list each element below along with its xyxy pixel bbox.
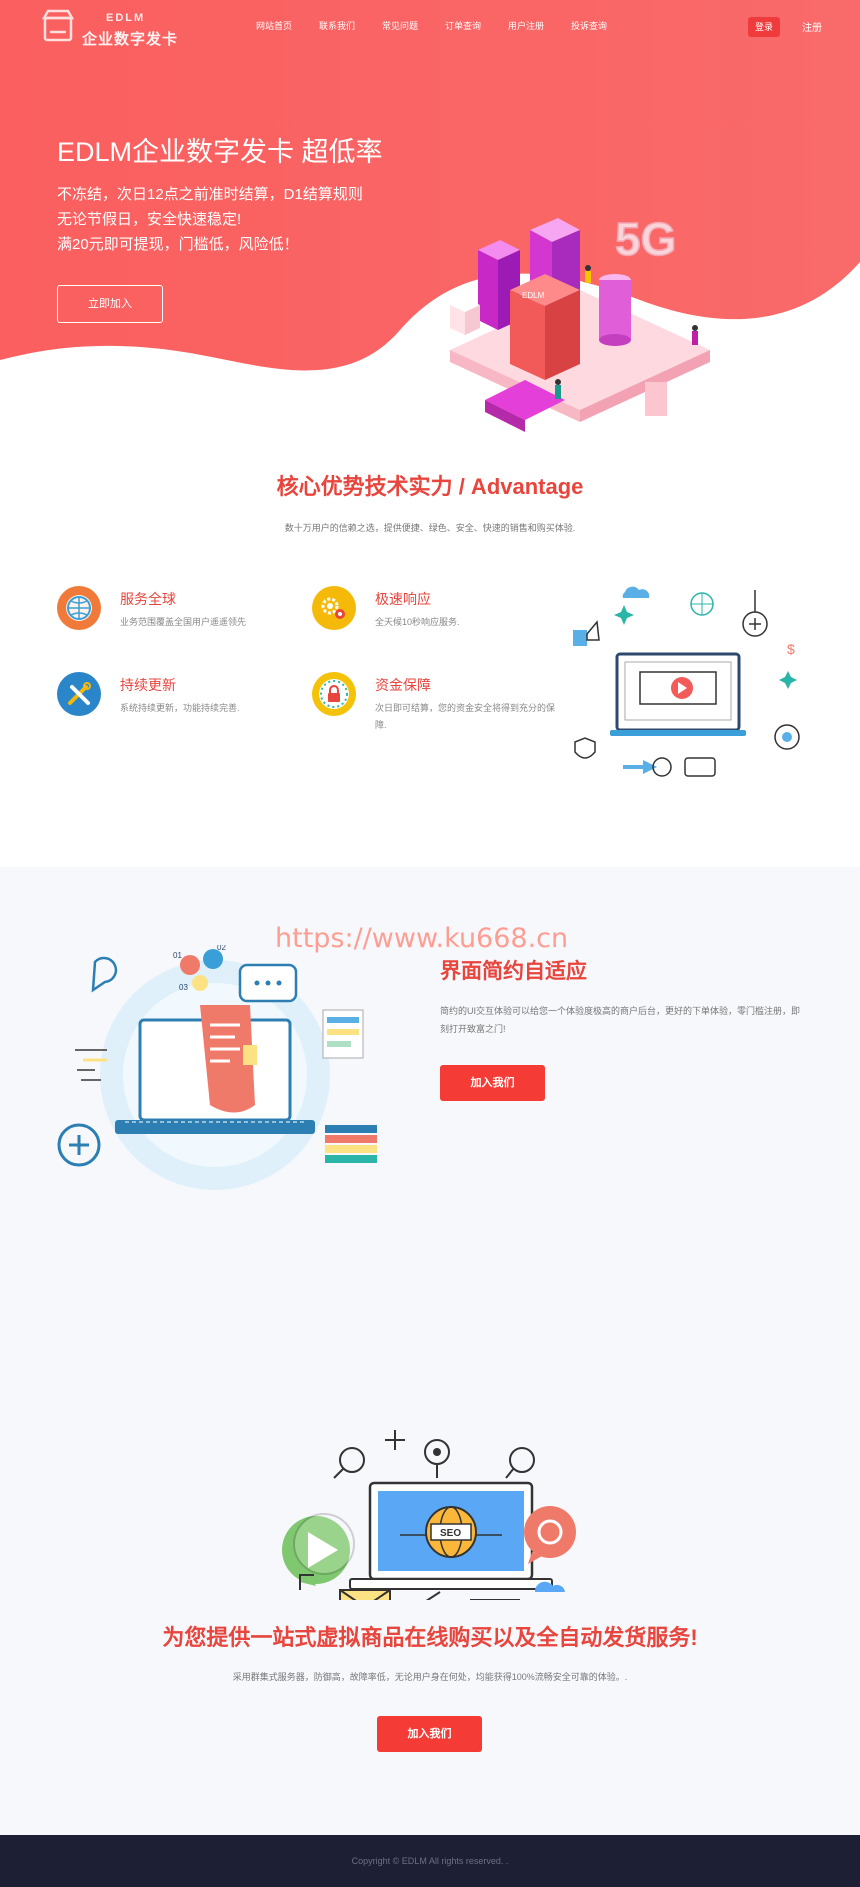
section-desc: 简约的UI交互体验可以给您一个体验度极高的商户后台，更好的下单体验，零门槛注册，… (440, 1006, 801, 1034)
feature-card-fast: 极速响应 全天候10秒响应服务. (312, 586, 542, 656)
svg-text:EDLM: EDLM (522, 291, 545, 300)
service-title: 为您提供一站式虚拟商品在线购买以及全自动发货服务! (162, 1625, 698, 1650)
lock-icon (312, 672, 356, 716)
feature-desc: 业务范围覆盖全国用户遥遥领先 (120, 617, 247, 627)
feature-desc: 次日即可结算，您的资金安全将得到充分的保障. (375, 703, 556, 730)
chart-label: 01 (173, 951, 182, 960)
hero-line: 不冻结，次日12点之前准时结算，D1结算规则 (57, 186, 363, 203)
advantage-title: 核心优势技术实力 / Advantage (276, 474, 584, 499)
nav-item-user-register[interactable]: 用户注册 (508, 19, 571, 32)
feature-title: 资金保障 (375, 677, 431, 693)
login-button[interactable]: 登录 (748, 17, 780, 37)
logo[interactable]: EDLM 企业数字发卡 (40, 8, 180, 48)
logo-text-en: EDLM (106, 12, 146, 24)
top-nav: EDLM 企业数字发卡 网站首页 联系我们 常见问题 订单查询 用户注册 投诉查… (0, 0, 860, 52)
nav-item-order-query[interactable]: 订单查询 (445, 19, 508, 32)
join-us-button[interactable]: 加入我们 (440, 1065, 545, 1101)
globe-icon (57, 586, 101, 630)
feature-title: 极速响应 (375, 591, 431, 607)
footer: Copyright © EDLM All rights reserved. . (0, 1835, 860, 1887)
laptop-document-illustration: 01 02 03 (57, 945, 377, 1190)
gears-icon (312, 586, 356, 630)
nav-item-complaint[interactable]: 投诉查询 (571, 19, 634, 32)
nav-item-contact[interactable]: 联系我们 (319, 19, 382, 32)
main-menu: 网站首页 联系我们 常见问题 订单查询 用户注册 投诉查询 (256, 19, 634, 32)
feature-card-funds: 资金保障 次日即可结算，您的资金安全将得到充分的保障. (312, 672, 555, 742)
hero-line: 无论节假日，安全快速稳定! (57, 211, 242, 228)
tools-icon (57, 672, 101, 716)
shop-icon (41, 9, 75, 42)
feature-desc: 系统持续更新，功能持续完善. (120, 703, 240, 713)
feature-desc: 全天候10秒响应服务. (375, 617, 460, 627)
hero-section: EDLM 企业数字发卡 网站首页 联系我们 常见问题 订单查询 用户注册 投诉查… (0, 0, 860, 450)
section-title: 界面简约自适应 (440, 960, 587, 983)
copyright-text: Copyright © EDLM All rights reserved. . (351, 1856, 509, 1866)
svg-text:$: $ (787, 641, 795, 657)
advantage-subtitle: 数十万用户的信赖之选，提供便捷、绿色、安全、快速的销售和购买体验. (284, 523, 576, 533)
logo-text-cn: 企业数字发卡 (82, 31, 179, 48)
svg-text:5G: 5G (615, 213, 676, 265)
feature-card-global: 服务全球 业务范围覆盖全国用户遥遥领先 (57, 586, 287, 656)
nav-item-home[interactable]: 网站首页 (256, 19, 319, 32)
service-desc: 采用群集式服务器，防御高，故障率低，无论用户身在何处，均能获得100%流畅安全可… (232, 1672, 628, 1682)
seo-laptop-illustration: SEO (282, 1430, 576, 1600)
register-link[interactable]: 注册 (802, 19, 822, 34)
multimedia-devices-illustration: $ (573, 586, 800, 777)
chart-label: 03 (179, 983, 188, 992)
hero-title: EDLM企业数字发卡 超低率 (57, 137, 383, 167)
feature-title: 持续更新 (120, 677, 176, 693)
feature-title: 服务全球 (120, 591, 176, 607)
join-us-button-bottom[interactable]: 加入我们 (377, 1716, 482, 1752)
seo-label: SEO (440, 1528, 461, 1539)
isometric-city-illustration: EDLM 5G (450, 212, 710, 432)
chart-label: 02 (217, 945, 226, 952)
feature-card-update: 持续更新 系统持续更新，功能持续完善. (57, 672, 287, 742)
nav-item-faq[interactable]: 常见问题 (382, 19, 445, 32)
join-now-button[interactable]: 立即加入 (57, 285, 163, 323)
hero-line: 满20元即可提现，门槛低，风险低！ (57, 236, 299, 253)
